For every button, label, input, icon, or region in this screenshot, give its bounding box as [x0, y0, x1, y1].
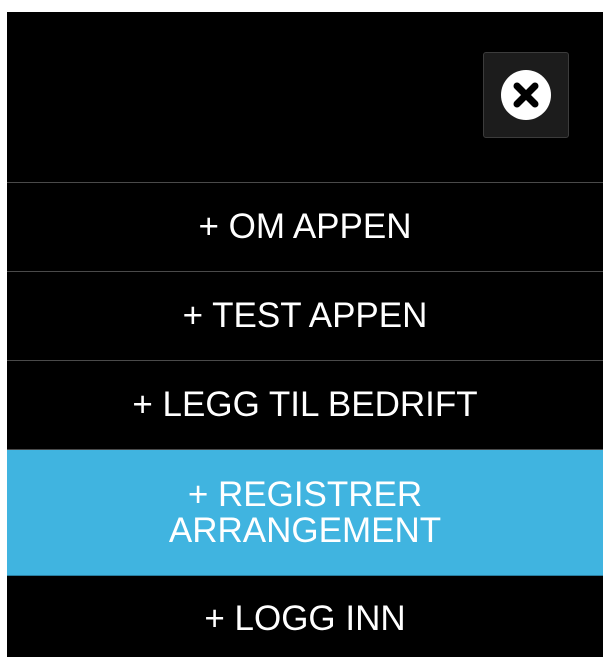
menu-header: [7, 12, 603, 183]
menu-item-label: + OM APPEN: [198, 207, 412, 246]
menu-item-om-appen[interactable]: + OM APPEN: [7, 183, 603, 272]
menu-item-legg-til-bedrift[interactable]: + LEGG TIL BEDRIFT: [7, 361, 603, 450]
menu-item-label: + LEGG TIL BEDRIFT: [132, 385, 478, 424]
menu-item-logg-inn[interactable]: + LOGG INN: [7, 576, 603, 657]
menu-item-label: + TEST APPEN: [182, 296, 428, 335]
navigation-menu: + OM APPEN + TEST APPEN + LEGG TIL BEDRI…: [7, 12, 603, 657]
close-icon: [501, 70, 551, 120]
menu-list: + OM APPEN + TEST APPEN + LEGG TIL BEDRI…: [7, 183, 603, 657]
close-menu-button[interactable]: [483, 52, 569, 138]
menu-item-registrer-arrangement[interactable]: + REGISTRER ARRANGEMENT: [7, 450, 603, 576]
menu-item-label: + LOGG INN: [204, 598, 406, 638]
menu-item-test-appen[interactable]: + TEST APPEN: [7, 272, 603, 361]
menu-item-label: + REGISTRER ARRANGEMENT: [168, 474, 442, 550]
